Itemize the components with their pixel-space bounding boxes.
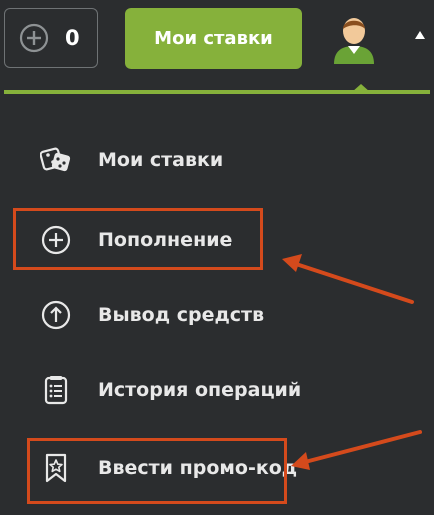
plus-circle-icon[interactable] (19, 23, 49, 53)
balance-value: 0 (65, 26, 80, 50)
arrow-icon (282, 254, 414, 304)
menu-item-history[interactable]: История операций (40, 370, 301, 410)
menu-item-my-bets[interactable]: Мои ставки (40, 140, 223, 180)
menu-item-label: Вывод средств (98, 304, 265, 326)
arrow-icon (291, 430, 422, 470)
menu-item-withdraw[interactable]: Вывод средств (40, 295, 264, 335)
menu-item-label: История операций (98, 379, 302, 401)
balance-widget[interactable]: 0 (4, 8, 98, 68)
highlight-box-promo-code (27, 438, 287, 504)
dropdown-pointer (352, 84, 370, 92)
list-icon (44, 376, 68, 405)
caret-up-icon[interactable] (415, 31, 425, 39)
header-bar: 0 Мои ставки (0, 0, 434, 94)
arrow-up-circle-icon (41, 300, 71, 330)
my-bets-button[interactable]: Мои ставки (125, 8, 302, 69)
dice-icon (40, 147, 71, 172)
user-avatar-icon[interactable] (331, 10, 377, 66)
menu-item-label: Мои ставки (98, 149, 224, 171)
highlight-box-deposit (13, 208, 263, 270)
